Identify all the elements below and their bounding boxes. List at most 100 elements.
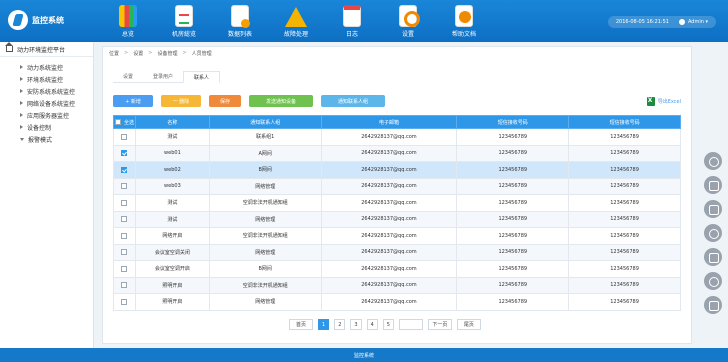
table-row[interactable]: web03 网络管理 2642928137@qq.com 123456789 12345… bbox=[113, 177, 681, 195]
row-checkbox[interactable] bbox=[121, 199, 128, 206]
tab-login-users[interactable]: 登录用户 bbox=[143, 71, 184, 83]
cell-sms: 123456789 bbox=[456, 243, 570, 261]
caret-right-icon bbox=[20, 125, 23, 129]
app-logo[interactable]: 监控系统 bbox=[8, 10, 64, 30]
last-page-button[interactable]: 尾页 bbox=[456, 319, 481, 330]
sidebar-item-environment[interactable]: 环境系统监控 bbox=[0, 73, 93, 85]
contact-group-button[interactable]: 通知联系人组 bbox=[321, 95, 385, 107]
nav-fault[interactable]: 故障处理 bbox=[268, 0, 324, 42]
tab-settings[interactable]: 设置 bbox=[113, 71, 144, 83]
select-all-checkbox[interactable] bbox=[114, 119, 121, 125]
sidebar-item-security[interactable]: 安防系统系统监控 bbox=[0, 85, 93, 97]
table-row[interactable]: 会议室空调开启 B网间 2642928137@qq.com 123456789 1234… bbox=[113, 260, 681, 278]
logo-icon bbox=[8, 10, 28, 30]
page-2-button[interactable]: 2 bbox=[334, 319, 346, 330]
mail-icon[interactable] bbox=[704, 176, 722, 194]
user-menu[interactable]: Admin ▾ bbox=[678, 19, 708, 25]
row-select-cell bbox=[113, 161, 136, 179]
nav-data-list[interactable]: 数据列表 bbox=[212, 0, 268, 42]
row-select-cell bbox=[113, 194, 136, 212]
row-checkbox[interactable] bbox=[121, 249, 128, 255]
col-phone[interactable]: 短信接收号码 bbox=[568, 115, 681, 129]
notify-devices-button[interactable]: 发送通知设备 bbox=[249, 95, 313, 107]
pagination: 首页 1 2 3 4 5 下一页 尾页 bbox=[289, 319, 481, 330]
header-datetime: 2016-08-05 16:21:51 bbox=[615, 19, 669, 25]
nav-machine-room[interactable]: 机房総览 bbox=[156, 0, 212, 42]
row-checkbox[interactable] bbox=[121, 133, 128, 140]
row-checkbox[interactable] bbox=[121, 282, 128, 288]
row-checkbox[interactable] bbox=[121, 216, 128, 222]
breadcrumb-separator: > bbox=[148, 50, 153, 56]
data-list-icon bbox=[231, 5, 250, 28]
cell-email: 2642928137@qq.com bbox=[320, 194, 458, 212]
caret-down-icon bbox=[20, 137, 24, 141]
delete-button[interactable]: 一 删除 bbox=[161, 95, 201, 107]
table-row[interactable]: 网络开启 空调非法开机通知组 2642928137@qq.com 123456789 1… bbox=[113, 227, 681, 245]
col-name[interactable]: 名称 bbox=[134, 115, 210, 129]
row-checkbox[interactable] bbox=[121, 232, 128, 239]
table-row[interactable]: web01 A网间 2642928137@qq.com 123456789 123456… bbox=[113, 144, 681, 162]
table-header-row: 全选 名称 通知联系人组 电子邮箱 短信接收号码 短信接收号码 bbox=[113, 115, 681, 129]
page-jump-input[interactable] bbox=[398, 319, 423, 330]
row-checkbox[interactable] bbox=[121, 166, 128, 173]
page-1-button[interactable]: 1 bbox=[318, 319, 330, 330]
sidebar-item-network[interactable]: 网络设备系统监控 bbox=[0, 97, 93, 109]
edit-icon[interactable] bbox=[704, 248, 722, 266]
page-5-button[interactable]: 5 bbox=[382, 319, 394, 330]
nav-help[interactable]: 帮助文档 bbox=[436, 0, 492, 42]
table-row[interactable]: web02 B网间 2642928137@qq.com 123456789 123456… bbox=[113, 161, 681, 179]
table-row[interactable]: 测试 网络管理 2642928137@qq.com 123456789 12345678… bbox=[113, 210, 681, 228]
cell-group: B网间 bbox=[208, 260, 322, 278]
first-page-button[interactable]: 首页 bbox=[289, 319, 313, 330]
table-row[interactable]: 测试 空调非法开机通知组 2642928137@qq.com 123456789 123… bbox=[113, 194, 681, 212]
select-all-header[interactable]: 全选 bbox=[113, 115, 136, 129]
add-button[interactable]: + 新增 bbox=[113, 95, 153, 107]
row-checkbox[interactable] bbox=[121, 265, 128, 272]
sidebar-item-label: 设备控制 bbox=[27, 124, 52, 132]
breadcrumb-item[interactable]: 设置 bbox=[133, 50, 143, 57]
gear-icon[interactable] bbox=[704, 272, 722, 290]
row-checkbox[interactable] bbox=[121, 183, 128, 189]
nav-log[interactable]: 日志 bbox=[324, 0, 380, 42]
sidebar-title-label: 动力环境监控平台 bbox=[17, 46, 66, 54]
row-select-cell bbox=[113, 128, 136, 146]
tab-contacts[interactable]: 联系人 bbox=[183, 71, 221, 83]
cell-group: A网间 bbox=[208, 144, 322, 162]
cell-sms: 123456789 bbox=[456, 276, 570, 294]
save-button[interactable]: 保存 bbox=[209, 95, 241, 107]
page-4-button[interactable]: 4 bbox=[366, 319, 378, 330]
sidebar-item-power[interactable]: 动力系统监控 bbox=[0, 61, 93, 73]
next-page-button[interactable]: 下一页 bbox=[427, 319, 452, 330]
table-row[interactable]: 照明开启 空调非法开机通知组 2642928137@qq.com 123456789 1… bbox=[113, 276, 681, 294]
sidebar-title[interactable]: 动力环境监控平台 bbox=[0, 42, 93, 57]
minus-icon[interactable] bbox=[704, 224, 722, 242]
header-status: 2016-08-05 16:21:51 Admin ▾ bbox=[607, 16, 716, 28]
col-sms[interactable]: 短信接收号码 bbox=[456, 115, 570, 129]
page-3-button[interactable]: 3 bbox=[350, 319, 362, 330]
sidebar-item-app-server[interactable]: 应用服务器监控 bbox=[0, 109, 93, 121]
row-checkbox[interactable] bbox=[121, 150, 128, 156]
scroll-top-icon[interactable] bbox=[704, 296, 722, 314]
check-icon[interactable] bbox=[704, 152, 722, 170]
chat-icon[interactable] bbox=[704, 200, 722, 218]
dashboard-icon bbox=[119, 5, 137, 27]
sidebar-item-alarm[interactable]: 报警模式 bbox=[0, 133, 93, 145]
cell-sms: 123456789 bbox=[456, 227, 570, 245]
caret-right-icon bbox=[20, 77, 23, 81]
row-checkbox[interactable] bbox=[121, 298, 128, 305]
sidebar-item-label: 网络设备系统监控 bbox=[27, 100, 76, 108]
breadcrumb-item[interactable]: 设备管理 bbox=[157, 50, 177, 57]
cell-sms: 123456789 bbox=[456, 260, 570, 278]
sidebar-item-device-control[interactable]: 设备控制 bbox=[0, 121, 93, 133]
sidebar-item-label: 应用服务器监控 bbox=[27, 112, 70, 120]
col-email[interactable]: 电子邮箱 bbox=[320, 115, 458, 129]
table-row[interactable]: 会议室空调关闭 网络管理 2642928137@qq.com 123456789 123… bbox=[113, 243, 681, 261]
table-row[interactable]: 照明开启 网络管理 2642928137@qq.com 123456789 123456… bbox=[113, 293, 681, 311]
col-group[interactable]: 通知联系人组 bbox=[208, 115, 322, 129]
export-excel-link[interactable]: 导出Excel bbox=[646, 97, 681, 106]
cell-sms: 123456789 bbox=[456, 293, 570, 311]
nav-settings[interactable]: 设置 bbox=[380, 0, 436, 42]
table-row[interactable]: 测试 联系组1 2642928137@qq.com 123456789 12345678… bbox=[113, 128, 681, 146]
nav-overview[interactable]: 总览 bbox=[100, 0, 156, 42]
cell-email: 2642928137@qq.com bbox=[320, 210, 458, 228]
